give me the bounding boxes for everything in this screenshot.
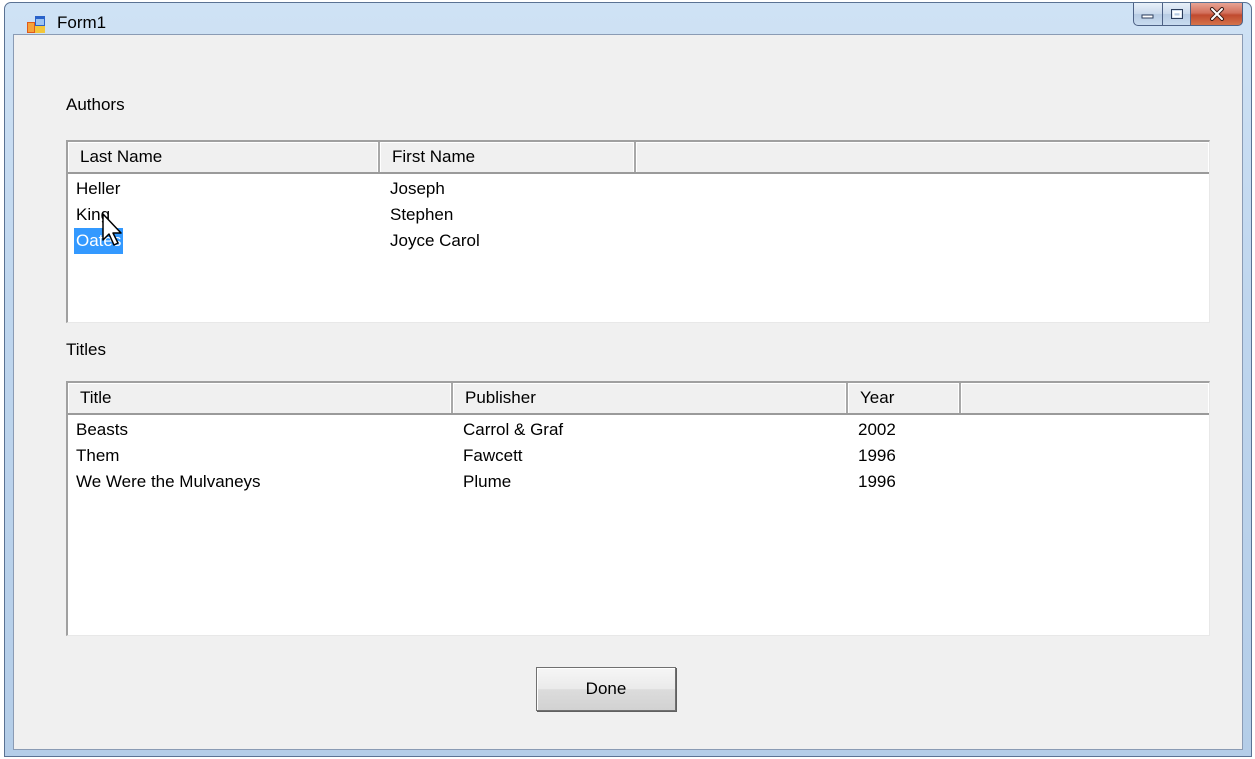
author-row-heller[interactable]: Heller Joseph bbox=[68, 176, 1209, 202]
titles-rows: Beasts Carrol & Graf 2002 Them Fawcett 1… bbox=[68, 417, 1209, 495]
title-name: Them bbox=[76, 446, 120, 465]
author-last-name: King bbox=[76, 205, 111, 224]
title-year: 1996 bbox=[858, 446, 896, 465]
maximize-button[interactable] bbox=[1163, 3, 1191, 26]
window-title: Form1 bbox=[57, 13, 107, 32]
column-filler bbox=[636, 142, 1209, 172]
authors-listview[interactable]: Last Name First Name Heller Joseph King … bbox=[66, 140, 1210, 323]
title-year: 2002 bbox=[858, 420, 896, 439]
minimize-button[interactable] bbox=[1133, 3, 1163, 26]
close-icon bbox=[1209, 7, 1224, 21]
title-year: 1996 bbox=[858, 472, 896, 491]
authors-label: Authors bbox=[66, 95, 125, 114]
column-first-name[interactable]: First Name bbox=[380, 142, 636, 172]
author-first-name: Joyce Carol bbox=[390, 231, 480, 250]
author-first-name: Joseph bbox=[390, 179, 445, 198]
titles-listview[interactable]: Title Publisher Year Beasts Carrol & Gra… bbox=[66, 381, 1210, 636]
author-row-oates[interactable]: Oates Joyce Carol bbox=[68, 228, 1209, 254]
authors-rows: Heller Joseph King Stephen Oates Joyce C… bbox=[68, 176, 1209, 254]
title-name: Beasts bbox=[76, 420, 128, 439]
form1-window: Form1 Authors Last Name First Name Helle… bbox=[4, 2, 1252, 757]
title-publisher: Plume bbox=[463, 472, 512, 491]
author-row-king[interactable]: King Stephen bbox=[68, 202, 1209, 228]
done-button[interactable]: Done bbox=[536, 667, 676, 711]
minimize-icon bbox=[1141, 14, 1154, 19]
title-name: We Were the Mulvaneys bbox=[76, 472, 261, 491]
titles-label: Titles bbox=[66, 340, 106, 359]
close-button[interactable] bbox=[1191, 3, 1243, 26]
authors-header: Last Name First Name bbox=[68, 142, 1209, 174]
column-last-name[interactable]: Last Name bbox=[68, 142, 380, 172]
titles-header: Title Publisher Year bbox=[68, 383, 1209, 415]
title-row[interactable]: Beasts Carrol & Graf 2002 bbox=[68, 417, 1209, 443]
column-filler bbox=[961, 383, 1209, 413]
caption-buttons bbox=[1133, 3, 1243, 27]
title-row[interactable]: We Were the Mulvaneys Plume 1996 bbox=[68, 469, 1209, 495]
title-row[interactable]: Them Fawcett 1996 bbox=[68, 443, 1209, 469]
column-title[interactable]: Title bbox=[68, 383, 453, 413]
author-first-name: Stephen bbox=[390, 205, 454, 224]
form-client-area: Authors Last Name First Name Heller Jose… bbox=[13, 34, 1243, 750]
column-year[interactable]: Year bbox=[848, 383, 961, 413]
maximize-icon bbox=[1170, 9, 1183, 19]
column-publisher[interactable]: Publisher bbox=[453, 383, 848, 413]
author-last-name: Heller bbox=[76, 179, 121, 198]
author-last-name-selected: Oates bbox=[74, 228, 124, 254]
title-publisher: Fawcett bbox=[463, 446, 523, 465]
app-form-icon[interactable] bbox=[27, 16, 45, 33]
title-publisher: Carrol & Graf bbox=[463, 420, 564, 439]
